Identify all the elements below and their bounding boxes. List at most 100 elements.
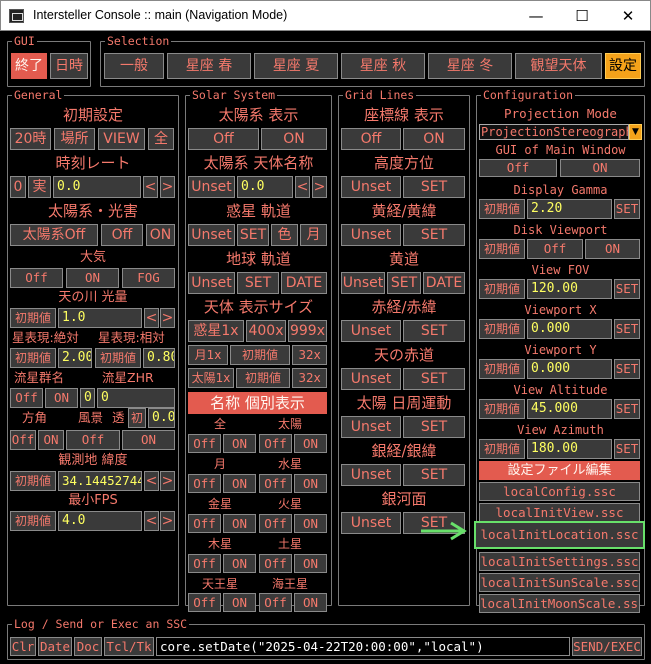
datetime-button[interactable]: 日時 [50,53,88,79]
tab-general[interactable]: 一般 [104,53,164,79]
venus-off-button[interactable]: Off [188,514,221,533]
earth-orbit-unset-button[interactable]: Unset [188,272,235,294]
time-rate-input[interactable]: 0.0 [53,176,141,198]
tab-spring[interactable]: 星座 春 [167,53,251,79]
disk-on-button[interactable]: ON [585,239,640,259]
init-20-button[interactable]: 20時 [10,128,51,150]
command-input[interactable]: core.setDate("2025-04-22T20:00:00","loca… [156,637,570,656]
star-abs-init-button[interactable]: 初期値 [10,348,56,368]
altitude-init-button[interactable]: 初期値 [479,399,525,419]
all-off-button[interactable]: Off [188,434,221,453]
gamma-set-button[interactable]: SET [614,199,640,219]
log-doc-button[interactable]: Doc [74,637,102,656]
tab-observation[interactable]: 観望天体 [515,53,602,79]
minfps-dec-button[interactable]: < [144,511,159,531]
time-rate-dec-button[interactable]: < [143,176,158,198]
milkyway-inc-button[interactable]: > [160,308,175,328]
meteor-off-button[interactable]: Off [10,388,43,408]
sun-daily-set-button[interactable]: SET [403,416,465,438]
local-init-sunscale-button[interactable]: localInitSunScale.ssc [479,573,640,592]
moon-1x-button[interactable]: 月1x [188,345,228,365]
fov-init-button[interactable]: 初期値 [479,279,525,299]
meteor-zhr-input[interactable]: 0 [97,388,175,408]
saturn-off-button[interactable]: Off [259,554,292,573]
viewport-y-input[interactable]: 0.000 [527,359,612,379]
moon-off-button[interactable]: Off [188,474,221,493]
orbit-unset-button[interactable]: Unset [188,224,235,246]
azimuth-set-button[interactable]: SET [614,439,640,459]
log-clear-button[interactable]: Clr [10,637,36,656]
init-location-button[interactable]: 場所 [54,128,95,150]
local-init-location-button[interactable]: localInitLocation.ssc [474,521,645,549]
latitude-inc-button[interactable]: > [160,471,175,491]
latitude-input[interactable]: 34.14452744 [58,471,142,491]
local-init-view-button[interactable]: localInitView.ssc [479,503,640,522]
viewport-x-input[interactable]: 0.000 [527,319,612,339]
neptune-on-button[interactable]: ON [294,593,327,612]
sun-daily-unset-button[interactable]: Unset [341,416,401,438]
ecliptic-unset-button[interactable]: Unset [341,272,385,294]
grid-on-button[interactable]: ON [403,128,465,150]
tab-autumn[interactable]: 星座 秋 [341,53,425,79]
fov-set-button[interactable]: SET [614,279,640,299]
orbit-color-button[interactable]: 色 [271,224,298,246]
edit-config-button[interactable]: 設定ファイル編集 [479,461,640,480]
lightpollution-off-button[interactable]: Off [101,224,143,246]
tab-summer[interactable]: 星座 夏 [254,53,338,79]
orbit-set-button[interactable]: SET [237,224,269,246]
latitude-init-button[interactable]: 初期値 [10,471,56,491]
earth-orbit-set-button[interactable]: SET [237,272,279,294]
name-individual-button[interactable]: 名称 個別表示 [188,392,327,414]
planet-999x-button[interactable]: 999x [288,320,327,342]
chevron-down-icon[interactable]: ▼ [629,124,642,140]
galactic-grid-set-button[interactable]: SET [403,464,465,486]
equatorial-unset-button[interactable]: Unset [341,320,401,342]
moon-init-button[interactable]: 初期値 [230,345,290,365]
viewport-y-set-button[interactable]: SET [614,359,640,379]
projection-select[interactable]: ProjectionStereograph [479,124,629,140]
milkyway-input[interactable]: 1.0 [58,308,142,328]
moon-on-button[interactable]: ON [223,474,256,493]
disk-init-button[interactable]: 初期値 [479,239,525,259]
atmosphere-on-button[interactable]: ON [66,268,119,288]
sun-init-button[interactable]: 初期値 [236,368,290,388]
jupiter-on-button[interactable]: ON [223,554,256,573]
mars-on-button[interactable]: ON [294,514,327,533]
solar-names-inc-button[interactable]: > [312,176,327,198]
local-config-button[interactable]: localConfig.ssc [479,482,640,501]
transparency-init-button[interactable]: 初 [128,408,146,428]
sun-on-button[interactable]: ON [294,434,327,453]
local-init-settings-button[interactable]: localInitSettings.ssc [479,552,640,571]
fov-input[interactable]: 120.00 [527,279,612,299]
gamma-init-button[interactable]: 初期値 [479,199,525,219]
solar-names-dec-button[interactable]: < [295,176,310,198]
gui-main-off-button[interactable]: Off [479,159,557,177]
solar-names-input[interactable]: 0.0 [237,176,293,198]
minfps-init-button[interactable]: 初期値 [10,511,56,531]
star-rel-init-button[interactable]: 初期値 [95,348,141,368]
latitude-dec-button[interactable]: < [144,471,159,491]
log-date-button[interactable]: Date [38,637,72,656]
moon-32x-button[interactable]: 32x [292,345,327,365]
jupiter-off-button[interactable]: Off [188,554,221,573]
orbit-moon-button[interactable]: 月 [300,224,327,246]
viewport-x-set-button[interactable]: SET [614,319,640,339]
celestial-equator-set-button[interactable]: SET [403,368,465,390]
mercury-off-button[interactable]: Off [259,474,292,493]
maximize-button[interactable]: ☐ [559,1,605,31]
atmosphere-fog-button[interactable]: FOG [122,268,175,288]
altaz-unset-button[interactable]: Unset [341,176,401,198]
log-tcltk-button[interactable]: Tcl/Tk [104,637,154,656]
star-abs-input[interactable]: 2.00 [58,348,92,368]
solar-off-button[interactable]: 太陽系Off [10,224,98,246]
minfps-inc-button[interactable]: > [160,511,175,531]
transparency-input[interactable]: 0.0 [148,408,175,428]
mercury-on-button[interactable]: ON [294,474,327,493]
atmosphere-off-button[interactable]: Off [10,268,63,288]
azimuth-input[interactable]: 180.00 [527,439,612,459]
gui-main-on-button[interactable]: ON [560,159,640,177]
mars-off-button[interactable]: Off [259,514,292,533]
lightpollution-on-button[interactable]: ON [146,224,175,246]
planet-1x-button[interactable]: 惑星1x [188,320,244,342]
neptune-off-button[interactable]: Off [259,593,292,612]
